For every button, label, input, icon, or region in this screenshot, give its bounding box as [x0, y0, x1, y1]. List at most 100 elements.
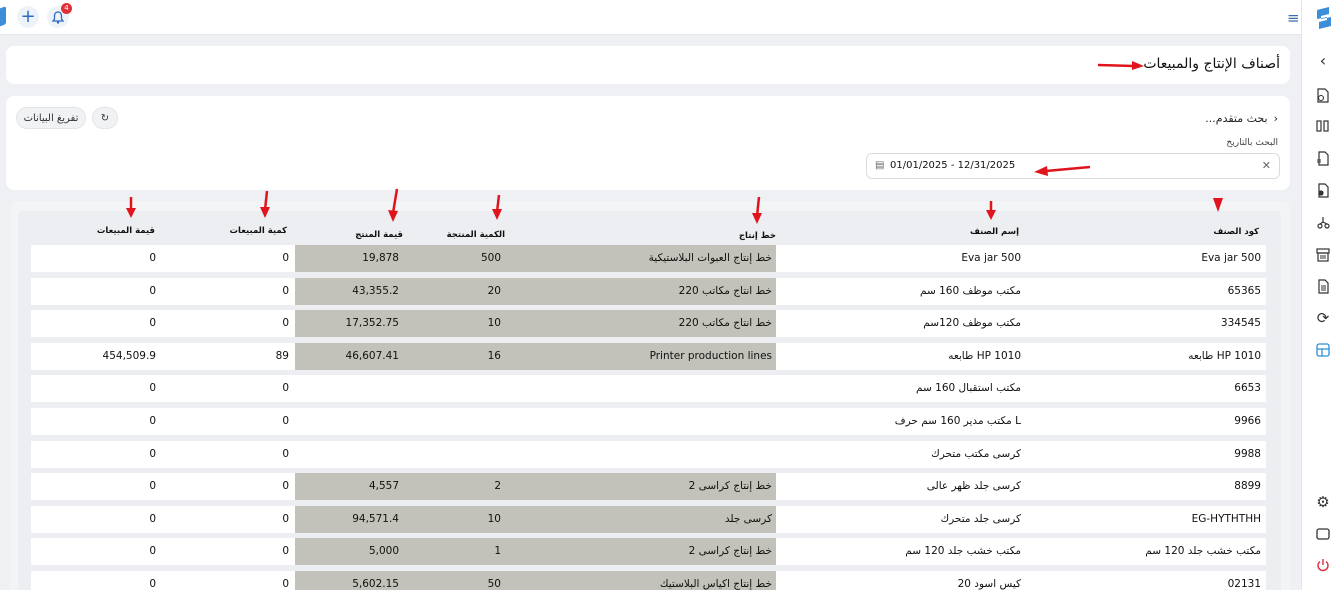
- cell-code: EG-HYTHTHH: [1191, 513, 1261, 525]
- clear-date-icon[interactable]: ✕: [1262, 159, 1271, 172]
- cell-qty: 2: [494, 480, 501, 492]
- table-row[interactable]: Eva jar 500 Eva jar 500 خط إنتاج العبوات ا…: [31, 245, 1266, 272]
- cell-line: Printer production lines: [649, 350, 772, 362]
- brand-logo-icon: [1317, 7, 1331, 29]
- header-card: أصناف الإنتاج والمبيعات: [6, 46, 1290, 84]
- cell-code: 02131: [1227, 578, 1261, 590]
- cell-value: 17,352.75: [345, 317, 399, 329]
- columns-icon[interactable]: [1315, 118, 1331, 134]
- layout-icon[interactable]: [1315, 342, 1331, 358]
- cycle-icon[interactable]: ⟳: [1315, 310, 1331, 326]
- bell-icon[interactable]: 4: [47, 3, 72, 28]
- cell-sales-qty: 0: [282, 252, 289, 264]
- cell-name: طابعه HP 1010: [948, 350, 1021, 362]
- cell-qty: 1: [494, 545, 501, 557]
- cell-line: خط انتاج مكاتب 220: [678, 317, 772, 329]
- plus-icon[interactable]: +: [17, 6, 39, 28]
- cell-sales-value: 0: [149, 545, 156, 557]
- cell-sales-qty: 0: [282, 545, 289, 557]
- cell-sales-qty: 0: [282, 285, 289, 297]
- header-line[interactable]: خط إنتاج: [739, 231, 776, 241]
- cell-line: خط إنتاج اكياس البلاستيك: [659, 578, 772, 590]
- cell-name: كرسى جلد ظهر عالى: [926, 480, 1021, 492]
- cell-line: خط انتاج مكاتب 220: [678, 285, 772, 297]
- table-row[interactable]: 65365 مكتب موظف 160 سم خط انتاج مكاتب 220 2…: [31, 278, 1266, 305]
- cell-sales-qty: 0: [282, 513, 289, 525]
- advanced-search-label: بحث متقدم...: [1205, 112, 1268, 125]
- table-row[interactable]: 6653 مكتب استقبال 160 سم 0 0: [31, 375, 1266, 402]
- cell-sales-value: 0: [149, 382, 156, 394]
- window-icon[interactable]: [1315, 526, 1331, 542]
- cell-sales-value: 0: [149, 252, 156, 264]
- clear-data-button[interactable]: تفريغ البيانات: [16, 107, 86, 129]
- doc-money-icon[interactable]: [1315, 87, 1331, 103]
- page-title: أصناف الإنتاج والمبيعات: [1143, 56, 1280, 72]
- filter-card: تفريغ البيانات ↻ ‹ بحث متقدم... البحث با…: [6, 96, 1290, 190]
- header-name[interactable]: إسم الصنف: [970, 227, 1019, 237]
- chevron-left-icon[interactable]: ‹: [1315, 53, 1331, 69]
- header-sales-qty[interactable]: كمية المبيعات: [230, 226, 288, 236]
- header-produced-qty[interactable]: الكمية المنتجة: [447, 230, 505, 240]
- cell-sales-value: 0: [149, 480, 156, 492]
- cell-code: 334545: [1220, 317, 1261, 329]
- cell-code: 6653: [1234, 382, 1261, 394]
- cell-qty: 10: [487, 513, 501, 525]
- cell-name: كرسى جلد متحرك: [940, 513, 1021, 525]
- power-icon[interactable]: [1315, 557, 1331, 573]
- cell-qty: 50: [487, 578, 501, 590]
- table-row[interactable]: 334545 مكتب موظف 120سم خط انتاج مكاتب 220 1…: [31, 310, 1266, 337]
- cell-code: 9988: [1234, 448, 1261, 460]
- table-row[interactable]: 8899 كرسى جلد ظهر عالى خط إنتاج كراسى 2 2 4,…: [31, 473, 1266, 500]
- cell-qty: 16: [487, 350, 501, 362]
- cell-sales-value: 0: [149, 513, 156, 525]
- tree-icon[interactable]: [1315, 214, 1331, 230]
- doc-swap-icon[interactable]: [1315, 150, 1331, 166]
- cell-sales-qty: 0: [282, 448, 289, 460]
- cell-sales-qty: 0: [282, 578, 289, 590]
- cell-sales-qty: 89: [275, 350, 289, 362]
- cell-qty: 10: [487, 317, 501, 329]
- table-row[interactable]: 02131 كيس اسود 20 خط إنتاج اكياس البلاستيك…: [31, 571, 1266, 590]
- cell-value: 19,878: [362, 252, 399, 264]
- table-row[interactable]: طابعه HP 1010 طابعه HP 1010 Printer produc…: [31, 343, 1266, 370]
- gear-icon[interactable]: ⚙: [1315, 494, 1331, 510]
- annotation-arrow: [1034, 165, 1091, 176]
- doc-check-icon[interactable]: [1315, 182, 1331, 198]
- table-row[interactable]: EG-HYTHTHH كرسى جلد متحرك كرسى جلد 10 94,571…: [31, 506, 1266, 533]
- cell-line: خط إنتاج كراسى 2: [688, 545, 772, 557]
- annotation-arrow: [752, 196, 762, 224]
- date-filter-label: البحث بالتاريخ: [1226, 138, 1278, 148]
- cell-value: 5,000: [368, 545, 399, 557]
- cell-sales-value: 0: [149, 285, 156, 297]
- header-product-value[interactable]: قيمة المنتج: [355, 230, 403, 240]
- table-row[interactable]: 9966 مكتب مدير 160 سم حرف L 0 0: [31, 408, 1266, 435]
- annotation-arrow: [492, 194, 502, 220]
- cell-code: طابعه HP 1010: [1188, 350, 1261, 362]
- cell-line: خط إنتاج كراسى 2: [688, 480, 772, 492]
- annotation-arrow: [388, 188, 399, 222]
- cell-sales-qty: 0: [282, 415, 289, 427]
- logo-icon: [0, 6, 6, 28]
- cell-name: مكتب خشب جلد 120 سم: [905, 545, 1021, 557]
- top-bar: + 4 ≡: [0, 0, 1301, 35]
- table-row[interactable]: 9988 كرسى مكتب متحرك 0 0: [31, 441, 1266, 468]
- annotation-arrow: [126, 197, 136, 218]
- cell-code: 9966: [1234, 415, 1261, 427]
- cell-sales-value: 0: [149, 448, 156, 460]
- cell-name: Eva jar 500: [961, 252, 1021, 264]
- cell-sales-value: 0: [149, 317, 156, 329]
- calendar-icon: ▤: [875, 160, 885, 171]
- table-row[interactable]: مكتب خشب جلد 120 سم مكتب خشب جلد 120 سم خط…: [31, 538, 1266, 565]
- header-sales-value[interactable]: قيمة المبيعات: [97, 226, 155, 236]
- cell-qty: 500: [480, 252, 501, 264]
- advanced-search-toggle[interactable]: ‹ بحث متقدم...: [1205, 112, 1278, 125]
- archive-icon[interactable]: [1315, 247, 1331, 263]
- hamburger-icon[interactable]: ≡: [1287, 9, 1300, 27]
- header-code[interactable]: كود الصنف: [1213, 227, 1259, 237]
- cell-sales-qty: 0: [282, 480, 289, 492]
- cell-value: 43,355.2: [352, 285, 399, 297]
- annotation-arrow: [986, 201, 996, 220]
- doc-list-icon[interactable]: [1315, 278, 1331, 294]
- refresh-button[interactable]: ↻: [92, 107, 118, 129]
- cell-code: 8899: [1234, 480, 1261, 492]
